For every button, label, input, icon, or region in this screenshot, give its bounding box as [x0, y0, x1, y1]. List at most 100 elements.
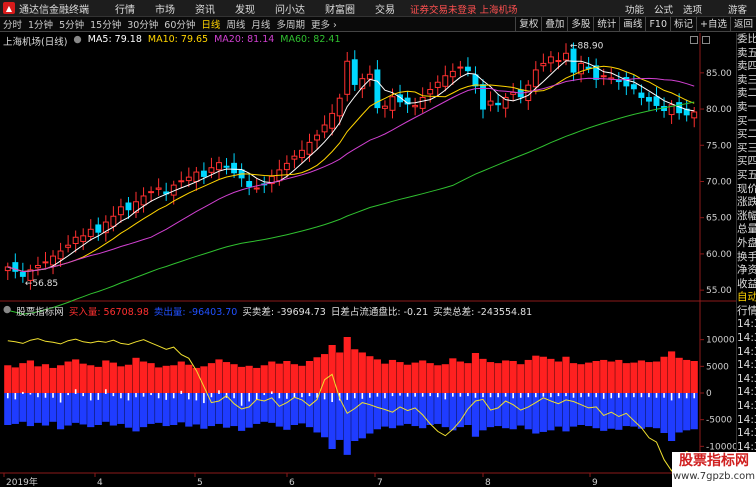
period-tab[interactable]: 多周期 — [273, 17, 308, 31]
buy-bar — [268, 361, 276, 393]
chart-area[interactable]: 55.00 60.00 65.00 70.00 75.00 80.00 85.00 ←88.9… — [0, 33, 736, 487]
period-tab[interactable]: 5分钟 — [56, 17, 87, 31]
diff-bar — [444, 393, 447, 400]
diff-bar — [120, 393, 122, 399]
buy-sell-diff-label: 买卖差: -39694.73 — [242, 307, 326, 318]
tool-button[interactable]: 叠加 — [541, 17, 567, 32]
sell-bar — [592, 393, 600, 429]
tool-button[interactable]: 标记 — [670, 17, 696, 32]
menu-item-formula[interactable]: 公式 — [649, 2, 678, 16]
diff-bar — [421, 393, 424, 397]
candle-body — [216, 162, 222, 171]
diff-bar — [565, 393, 567, 397]
diff-bar — [127, 393, 130, 401]
buy-bar — [200, 366, 208, 393]
tool-button[interactable]: F10 — [645, 17, 670, 32]
tool-button[interactable]: 复权 — [515, 17, 541, 32]
high-price-annotation: ←88.90 — [570, 42, 604, 52]
right-panel-item: 卖三 — [737, 73, 756, 86]
y-tick-label: 60.00 — [706, 250, 732, 260]
diff-bar — [233, 393, 235, 399]
diff-bar — [587, 393, 590, 397]
period-tab[interactable]: 周线 — [223, 17, 248, 31]
diff-bar — [263, 393, 266, 396]
menu-item-news[interactable]: 资讯 — [185, 1, 225, 16]
watermark-name: 股票指标网 — [679, 453, 749, 469]
right-panel-item[interactable]: 自动 — [737, 291, 756, 305]
menu-item-options[interactable]: 选项 — [678, 2, 707, 16]
right-info-panel: 委比 卖五 卖四 卖三 卖二 卖一 买一 买二 买三 买四 买五 现价 涨跌 涨幅 总量 外盘 换手 净资 收益 自动… — [736, 33, 756, 487]
candle-body — [547, 56, 554, 64]
diff-bar — [655, 393, 658, 398]
period-tab[interactable]: 60分钟 — [161, 17, 198, 31]
right-panel-item: 卖四 — [737, 60, 756, 73]
diff-bar — [323, 393, 326, 400]
diff-bar — [542, 393, 545, 397]
candle-body — [148, 191, 155, 194]
tool-button[interactable]: 返回 — [729, 17, 756, 32]
menu-item-trade[interactable]: 交易 — [365, 1, 405, 16]
sell-bar — [132, 393, 140, 432]
buy-bar — [388, 359, 397, 393]
diff-bar — [512, 393, 514, 399]
sell-bar — [177, 393, 185, 423]
menu-item-function[interactable]: 功能 — [620, 2, 649, 16]
menu-item-market[interactable]: 市场 — [145, 1, 185, 16]
buy-bar — [645, 362, 653, 393]
tool-button[interactable]: +自选 — [696, 17, 730, 32]
y-tick-label: 80.00 — [706, 105, 732, 115]
diff-bar — [535, 393, 537, 398]
menu-item-wealth[interactable]: 财富圈 — [315, 1, 365, 16]
diff-bar — [248, 393, 250, 402]
sell-bar — [524, 393, 532, 430]
menu-item-discover[interactable]: 发现 — [225, 1, 265, 16]
period-tab[interactable]: 月线 — [248, 17, 273, 31]
sell-bar — [215, 393, 223, 424]
diff-bar — [59, 393, 62, 403]
diff-bar — [74, 389, 77, 394]
ma-line-ma10 — [7, 65, 695, 273]
sell-bar — [34, 393, 42, 423]
sell-bar — [577, 393, 585, 425]
candle-body — [291, 155, 298, 160]
buy-bar — [117, 366, 125, 393]
diff-bar — [157, 393, 160, 399]
tool-button[interactable]: 多股 — [567, 17, 593, 32]
right-panel-item: 14:30 — [737, 372, 756, 385]
buy-bar — [486, 362, 495, 393]
sell-bar — [321, 393, 329, 438]
diff-bar — [663, 393, 665, 398]
buy-bar — [155, 367, 163, 393]
guest-label[interactable]: 游客 — [723, 2, 752, 16]
period-tab[interactable]: 1分钟 — [25, 17, 56, 31]
period-tab[interactable]: 分时 — [0, 17, 25, 31]
buy-bar — [49, 367, 57, 393]
indicator-dot-icon[interactable]: ● — [3, 304, 11, 318]
right-panel-item[interactable]: 行情 — [737, 305, 756, 319]
period-tab[interactable]: 15分钟 — [87, 17, 124, 31]
login-warning[interactable]: 证券交易未登录 上海机场 — [410, 2, 518, 16]
sell-bar — [630, 393, 638, 427]
sell-bar — [396, 393, 404, 426]
buy-bar — [577, 364, 585, 393]
period-tab[interactable]: 更多 › — [308, 17, 340, 31]
buy-bar — [185, 364, 193, 393]
sell-bar — [675, 393, 683, 433]
buy-bar — [132, 357, 140, 393]
period-tab[interactable]: 日线 — [198, 17, 223, 31]
period-tab[interactable]: 30分钟 — [124, 17, 161, 31]
right-panel-item: 涨跌 — [737, 196, 756, 209]
diff-bar — [105, 389, 107, 394]
tool-button[interactable]: 统计 — [593, 17, 619, 32]
right-panel-item: 现价 — [737, 182, 756, 195]
menu-item-ask[interactable]: 问小达 — [265, 1, 315, 16]
buy-bar — [660, 356, 668, 393]
menu-item-quotes[interactable]: 行情 — [105, 1, 145, 16]
buy-bar — [554, 361, 563, 393]
buy-bar — [373, 359, 381, 393]
tool-button[interactable]: 画线 — [619, 17, 645, 32]
candle-body — [65, 244, 72, 248]
buy-bar — [305, 361, 314, 393]
sell-bar — [26, 393, 34, 427]
diff-bar — [625, 393, 628, 398]
